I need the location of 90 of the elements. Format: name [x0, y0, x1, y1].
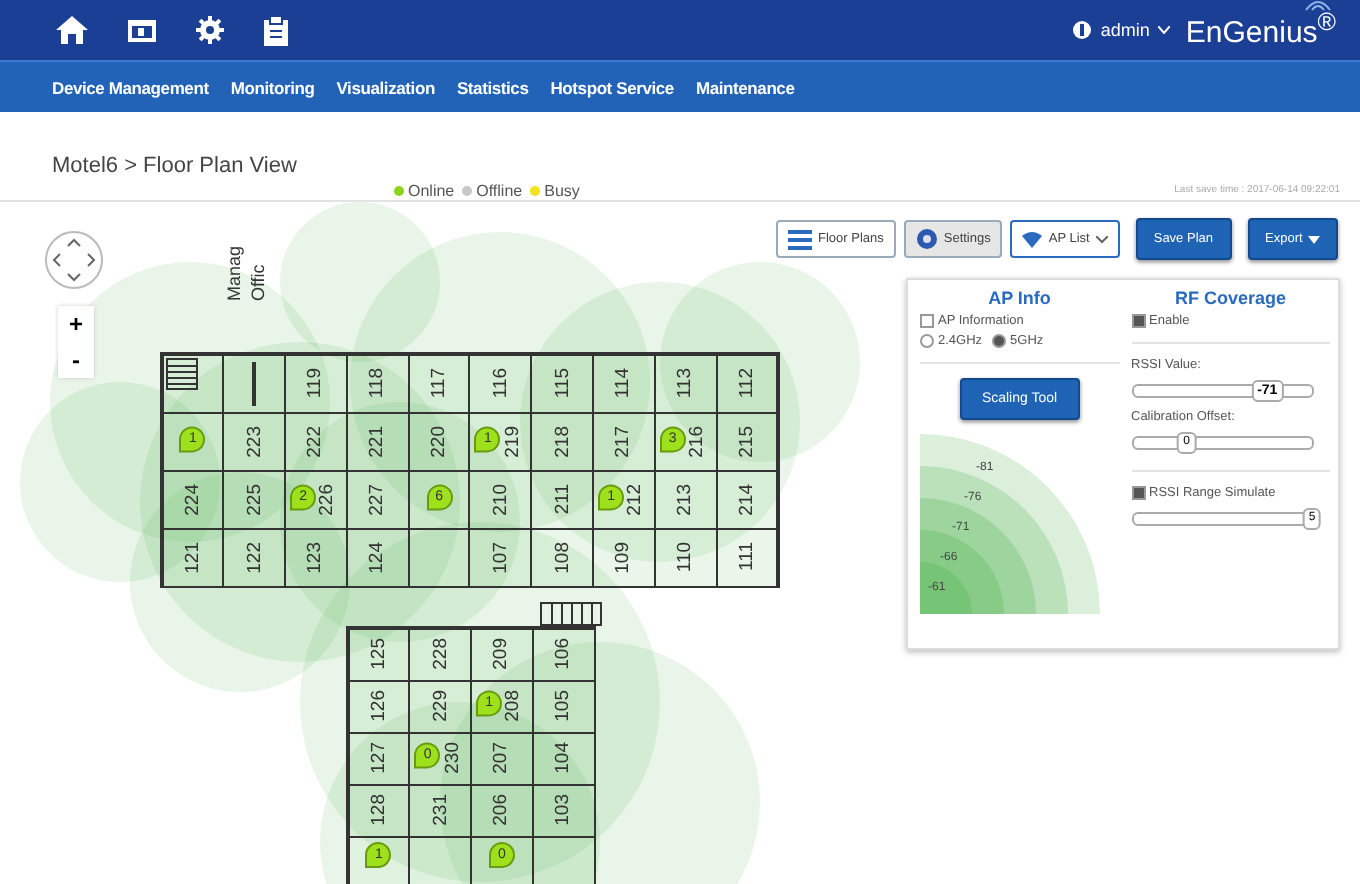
room-number: 125	[367, 638, 390, 670]
stairs-icon	[165, 357, 197, 389]
room-number: 128	[367, 794, 390, 826]
nav-item[interactable]: Monitoring	[230, 77, 315, 97]
zoom-in-button[interactable]: +	[58, 306, 94, 342]
room-number: 219	[501, 425, 524, 457]
room-label: Offic	[248, 262, 268, 302]
room-number: 116	[489, 367, 512, 399]
room-number: 106	[552, 638, 575, 670]
room-number: 213	[674, 483, 697, 515]
room-number: 119	[304, 367, 327, 399]
room-number: 127	[367, 742, 390, 774]
room-number: 112	[736, 367, 759, 399]
room-number: 215	[736, 425, 759, 457]
nav-item[interactable]: Statistics	[456, 77, 529, 97]
room-number: 103	[552, 794, 575, 826]
room-number: 217	[612, 425, 635, 457]
room-number: 110	[674, 541, 697, 573]
room-number: 111	[736, 542, 759, 572]
room-number: 114	[612, 367, 635, 399]
room-number: 104	[552, 742, 575, 774]
room-number: 214	[736, 483, 759, 515]
breadcrumb: Motel6 > Floor Plan View	[52, 154, 297, 178]
room-number: 229	[429, 690, 452, 722]
room-number: 207	[490, 742, 513, 774]
room-number: 118	[366, 367, 389, 399]
legend-label: Busy	[544, 182, 580, 200]
room-number: 218	[551, 425, 574, 457]
room-number: 223	[243, 425, 266, 457]
room-number: 221	[366, 425, 389, 457]
room-label: Manag	[224, 246, 244, 302]
room-number: 117	[428, 367, 451, 399]
wifi-icon	[1022, 231, 1043, 247]
room-number: 226	[316, 483, 339, 515]
nav-item[interactable]: Device Management	[52, 77, 209, 97]
nav-item[interactable]: Visualization	[336, 77, 435, 97]
room-number: 228	[429, 638, 452, 670]
home-icon[interactable]	[56, 16, 88, 44]
wall-line-icon	[252, 361, 257, 405]
room-cell	[408, 835, 473, 884]
room-number: 222	[304, 425, 327, 457]
section-heading: RF Coverage	[1172, 288, 1289, 308]
checkbox[interactable]	[920, 314, 934, 328]
room-number: 209	[490, 638, 513, 670]
brand-logo: EnGenius$^{®}$	[1185, 16, 1336, 50]
caret-icon	[1095, 235, 1108, 243]
room-number: 126	[367, 690, 390, 722]
wifi-icon	[1304, 0, 1332, 12]
caret-icon	[1308, 235, 1321, 243]
room-number: 113	[674, 367, 697, 399]
pan-control-icon[interactable]	[44, 230, 104, 290]
room-number: 231	[429, 794, 452, 826]
checkbox[interactable]	[1131, 314, 1145, 328]
caret-icon[interactable]	[1157, 26, 1170, 34]
room-number: 230	[441, 742, 464, 774]
room-number: 212	[624, 483, 647, 515]
monitor-icon[interactable]	[128, 17, 156, 43]
room-number: 206	[490, 794, 513, 826]
zoom-out-button[interactable]: -	[58, 342, 94, 378]
room-number: 123	[304, 541, 327, 573]
room-number: 220	[428, 425, 451, 457]
checkbox[interactable]	[1131, 486, 1145, 500]
room-number: 208	[502, 690, 525, 722]
room-number: 225	[243, 483, 266, 515]
nav-item[interactable]: Maintenance	[695, 77, 795, 97]
room-number: 224	[181, 483, 204, 515]
section-heading: AP Info	[986, 288, 1053, 308]
radio-button[interactable]	[920, 334, 934, 348]
legend-label: Offline	[476, 182, 523, 200]
room-number: 109	[612, 541, 635, 573]
room-number: 210	[489, 483, 512, 515]
room-number: 227	[366, 483, 389, 515]
room-number: 124	[366, 541, 389, 573]
legend-label: Online	[408, 182, 455, 200]
room-number: 107	[489, 541, 512, 573]
room-number: 105	[552, 690, 575, 722]
room-number: 115	[551, 367, 574, 399]
room-number: 121	[181, 541, 204, 573]
user-icon[interactable]	[1072, 20, 1093, 40]
room-number: 211	[551, 483, 574, 515]
room-cell	[407, 527, 471, 587]
list-icon	[788, 229, 812, 249]
clipboard-icon[interactable]	[264, 15, 288, 45]
room-number: 216	[686, 425, 709, 457]
nav-item[interactable]: Hotspot Service	[550, 77, 674, 97]
room-number: 122	[243, 541, 266, 573]
radio-button[interactable]	[992, 334, 1007, 348]
room-cell	[531, 835, 596, 884]
room-number: 108	[551, 541, 574, 573]
user-name[interactable]: admin	[1100, 20, 1150, 40]
